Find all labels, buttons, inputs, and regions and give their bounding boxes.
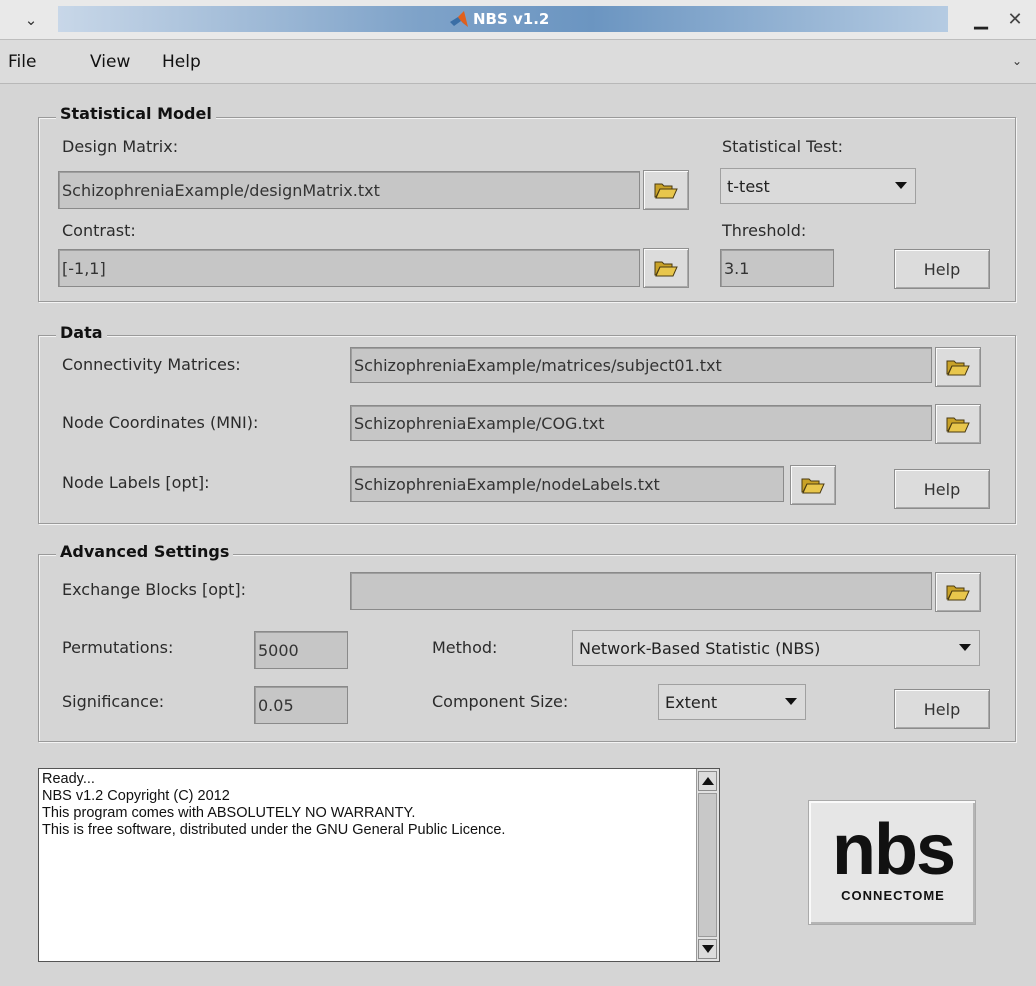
contrast-label: Contrast: — [62, 221, 136, 240]
exchange-blocks-field[interactable] — [350, 572, 932, 610]
threshold-field[interactable]: 3.1 — [720, 249, 834, 287]
folder-open-icon — [946, 417, 970, 433]
chevron-down-icon — [785, 698, 797, 705]
node-labels-label: Node Labels [opt]: — [62, 473, 210, 492]
design-matrix-browse-button[interactable] — [643, 170, 689, 210]
folder-open-icon — [946, 360, 970, 376]
statistical-test-value: t-test — [727, 176, 770, 196]
permutations-field[interactable]: 5000 — [254, 631, 348, 669]
nbs-connectome-logo: nbs CONNECTOME — [808, 800, 976, 925]
menu-overflow-icon[interactable]: ⌄ — [1012, 54, 1022, 68]
node-coordinates-label: Node Coordinates (MNI): — [62, 413, 259, 432]
window-menu-button[interactable]: ⌄ — [16, 8, 46, 32]
node-labels-browse-button[interactable] — [790, 465, 836, 505]
contrast-field[interactable]: [-1,1] — [58, 249, 640, 287]
chevron-down-icon — [959, 644, 971, 651]
folder-open-icon — [654, 183, 678, 199]
design-matrix-label: Design Matrix: — [62, 137, 179, 156]
exchange-blocks-label: Exchange Blocks [opt]: — [62, 580, 247, 599]
console-line: NBS v1.2 Copyright (C) 2012 — [42, 788, 230, 804]
menu-help[interactable]: Help — [162, 52, 201, 72]
close-button[interactable]: ✕ — [1002, 8, 1028, 32]
minimize-button[interactable]: ▁ — [968, 8, 994, 32]
statistical-model-title: Statistical Model — [56, 104, 216, 123]
folder-open-icon — [801, 478, 825, 494]
permutations-label: Permutations: — [62, 638, 174, 657]
console-text: Ready... NBS v1.2 Copyright (C) 2012 Thi… — [42, 771, 505, 839]
menu-bar: File View Help ⌄ — [0, 40, 1036, 84]
connectivity-matrices-label: Connectivity Matrices: — [62, 355, 241, 374]
statistical-test-label: Statistical Test: — [722, 137, 844, 156]
advanced-help-button[interactable]: Help — [894, 689, 990, 729]
method-select[interactable]: Network-Based Statistic (NBS) — [572, 630, 980, 666]
scroll-thumb[interactable] — [698, 793, 717, 937]
console-line: Ready... — [42, 771, 95, 787]
folder-open-icon — [654, 261, 678, 277]
method-label: Method: — [432, 638, 498, 657]
data-help-button[interactable]: Help — [894, 469, 990, 509]
node-coordinates-browse-button[interactable] — [935, 404, 981, 444]
node-labels-field[interactable]: SchizophreniaExample/nodeLabels.txt — [350, 466, 784, 502]
console-scrollbar[interactable] — [696, 769, 719, 961]
node-coordinates-field[interactable]: SchizophreniaExample/COG.txt — [350, 405, 932, 441]
advanced-settings-title: Advanced Settings — [56, 542, 234, 561]
exchange-blocks-browse-button[interactable] — [935, 572, 981, 612]
design-matrix-field[interactable]: SchizophreniaExample/designMatrix.txt — [58, 171, 640, 209]
significance-label: Significance: — [62, 692, 165, 711]
matlab-logo-icon — [450, 11, 468, 27]
logo-sub-text: CONNECTOME — [841, 888, 945, 903]
menu-file[interactable]: File — [8, 52, 36, 72]
statistical-test-select[interactable]: t-test — [720, 168, 916, 204]
significance-field[interactable]: 0.05 — [254, 686, 348, 724]
threshold-label: Threshold: — [722, 221, 807, 240]
method-value: Network-Based Statistic (NBS) — [579, 638, 821, 658]
scroll-up-button[interactable] — [698, 771, 717, 791]
data-title: Data — [56, 323, 107, 342]
contrast-browse-button[interactable] — [643, 248, 689, 288]
console-line: This program comes with ABSOLUTELY NO WA… — [42, 805, 416, 821]
component-size-value: Extent — [665, 692, 718, 712]
window-title: NBS v1.2 — [473, 10, 550, 28]
arrow-down-icon — [702, 945, 714, 953]
chevron-down-icon — [895, 182, 907, 189]
console-output[interactable]: Ready... NBS v1.2 Copyright (C) 2012 Thi… — [38, 768, 720, 962]
console-line: This is free software, distributed under… — [42, 822, 506, 838]
scroll-down-button[interactable] — [698, 939, 717, 959]
connectivity-browse-button[interactable] — [935, 347, 981, 387]
connectivity-matrices-field[interactable]: SchizophreniaExample/matrices/subject01.… — [350, 347, 932, 383]
component-size-label: Component Size: — [432, 692, 569, 711]
menu-view[interactable]: View — [90, 52, 130, 72]
arrow-up-icon — [702, 777, 714, 785]
component-size-select[interactable]: Extent — [658, 684, 806, 720]
logo-main-text: nbs — [831, 810, 956, 890]
folder-open-icon — [946, 585, 970, 601]
statistical-model-help-button[interactable]: Help — [894, 249, 990, 289]
